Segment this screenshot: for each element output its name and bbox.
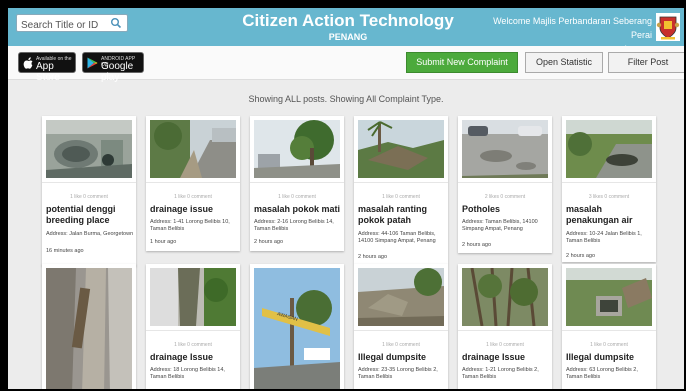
post-time: 2 hours ago	[358, 254, 388, 260]
post-likes-comments: 1 like 0 comment	[278, 194, 316, 200]
post-likes-comments: 1 like 0 comment	[590, 342, 628, 348]
post-title[interactable]: drainage Issue	[462, 352, 550, 363]
post-likes-comments: 1 like 0 comment	[174, 342, 212, 348]
post-photo	[566, 268, 652, 326]
open-statistic-button[interactable]: Open Statistic	[525, 52, 603, 73]
post-title[interactable]: drainage issue	[150, 204, 238, 215]
post-title[interactable]: Potholes	[462, 204, 550, 215]
post-title[interactable]: masalah penakungan air	[566, 204, 654, 226]
submit-new-complaint-button[interactable]: Submit New Complaint	[406, 52, 518, 73]
post-address: Address: Jalan Burma, Georgetown	[46, 231, 134, 237]
app-subtitle: PENANG	[328, 32, 368, 42]
post-likes-comments: 1 like 0 comment	[70, 194, 108, 200]
post-address: Address: 63 Lorong Belibis 2, Taman Beli…	[566, 367, 638, 380]
post-card[interactable]: AWASAN	[250, 264, 344, 389]
divider	[562, 330, 656, 331]
post-photo	[254, 120, 340, 178]
app-title: Citizen Action Technology	[242, 11, 454, 30]
action-toolbar: Available on the App Store ANDROID APP O…	[8, 46, 684, 83]
post-title[interactable]: masalah ranting pokok patah	[358, 204, 446, 226]
post-photo: AWASAN	[254, 268, 340, 389]
post-photo	[150, 268, 236, 326]
post-photo	[46, 268, 132, 389]
top-header-bar: Citizen Action Technology PENANG Welcome…	[8, 8, 684, 54]
post-address: Address: 44-106 Taman Belibis, 14100 Sim…	[358, 231, 436, 244]
post-time: 2 hours ago	[566, 253, 596, 259]
post-title[interactable]: potential denggi breeding place	[46, 204, 134, 226]
post-time: 1 hour ago	[150, 239, 177, 245]
search-box[interactable]	[16, 14, 128, 34]
post-likes-comments: 1 like 0 comment	[486, 342, 524, 348]
post-title[interactable]: Illegal dumpsite	[358, 352, 446, 363]
post-title[interactable]: Illegal dumpsite	[566, 352, 654, 363]
apple-icon	[23, 57, 33, 69]
search-input[interactable]	[17, 17, 105, 34]
post-card[interactable]: 1 like 0 comment drainage Issue Address:…	[146, 264, 240, 389]
divider	[458, 182, 552, 183]
post-address: Address: 1-41 Lorong Belibis 10, Taman B…	[150, 219, 230, 232]
divider	[42, 182, 136, 183]
post-card[interactable]: 3 likes 0 comment masalah penakungan air…	[562, 116, 656, 262]
post-photo	[358, 120, 444, 178]
post-card[interactable]: 1 like 0 comment Illegal dumpsite Addres…	[354, 264, 448, 389]
post-address: Address: 10-24 Jalan Belibis 1, Taman Be…	[566, 231, 642, 244]
post-card[interactable]	[42, 264, 136, 389]
google-play-badge[interactable]: ANDROID APP ON Google play	[82, 52, 144, 83]
search-icon[interactable]	[110, 17, 122, 29]
post-card[interactable]: 1 like 0 comment masalah pokok mati Addr…	[250, 116, 344, 251]
filter-post-button[interactable]: Filter Post	[608, 52, 684, 73]
post-photo	[358, 268, 444, 326]
post-card[interactable]: 1 like 0 comment potential denggi breedi…	[42, 116, 136, 266]
divider	[354, 182, 448, 183]
post-time: 16 minutes ago	[46, 248, 84, 254]
welcome-text: Welcome Majlis Perbandaran Seberang Pera…	[493, 16, 652, 40]
post-likes-comments: 2 likes 0 comment	[484, 194, 526, 200]
post-photo	[462, 120, 548, 178]
divider	[458, 330, 552, 331]
divider	[250, 182, 344, 183]
post-address: Address: 2-16 Lorong Belibis 14, Taman B…	[254, 219, 334, 232]
post-address: Address: 23-35 Lorong Belibis 2, Taman B…	[358, 367, 438, 380]
divider	[562, 182, 656, 183]
post-photo	[462, 268, 548, 326]
post-likes-comments: 1 like 0 comment	[382, 194, 420, 200]
post-title[interactable]: masalah pokok mati	[254, 204, 342, 215]
post-time: 2 hours ago	[462, 242, 492, 248]
post-address: Address: 1-21 Lorong Belibis 2, Taman Be…	[462, 367, 539, 380]
post-title[interactable]: drainage Issue	[150, 352, 238, 363]
app-frame: Citizen Action Technology PENANG Welcome…	[8, 8, 684, 389]
post-card[interactable]: 2 likes 0 comment Potholes Address: Tama…	[458, 116, 552, 253]
divider	[146, 182, 240, 183]
app-store-badge[interactable]: Available on the App Store	[18, 52, 76, 83]
post-photo	[150, 120, 236, 178]
google-play-icon	[87, 57, 98, 69]
post-card[interactable]: 1 like 0 comment drainage Issue Address:…	[458, 264, 552, 389]
divider	[146, 330, 240, 331]
post-address: Address: Taman Belibis, 14100 Simpang Am…	[462, 219, 538, 232]
filter-status-text: Showing ALL posts. Showing All Complaint…	[248, 94, 444, 104]
post-address: Address: 18 Lorong Belibis 14, Taman Bel…	[150, 367, 225, 380]
post-time: 2 hours ago	[254, 239, 284, 245]
post-likes-comments: 1 like 0 comment	[174, 194, 212, 200]
post-card[interactable]: 1 like 0 comment Illegal dumpsite Addres…	[562, 264, 656, 389]
divider	[354, 330, 448, 331]
post-likes-comments: 3 likes 0 comment	[588, 194, 630, 200]
council-crest-logo	[656, 13, 680, 41]
post-photo	[46, 120, 132, 178]
post-photo	[566, 120, 652, 178]
post-card[interactable]: 1 like 0 comment masalah ranting pokok p…	[354, 116, 448, 264]
post-card[interactable]: 1 like 0 comment drainage issue Address:…	[146, 116, 240, 251]
app-store-big-text: App Store	[36, 61, 60, 83]
google-play-big-text: Google play	[101, 61, 134, 83]
post-likes-comments: 1 like 0 comment	[382, 342, 420, 348]
